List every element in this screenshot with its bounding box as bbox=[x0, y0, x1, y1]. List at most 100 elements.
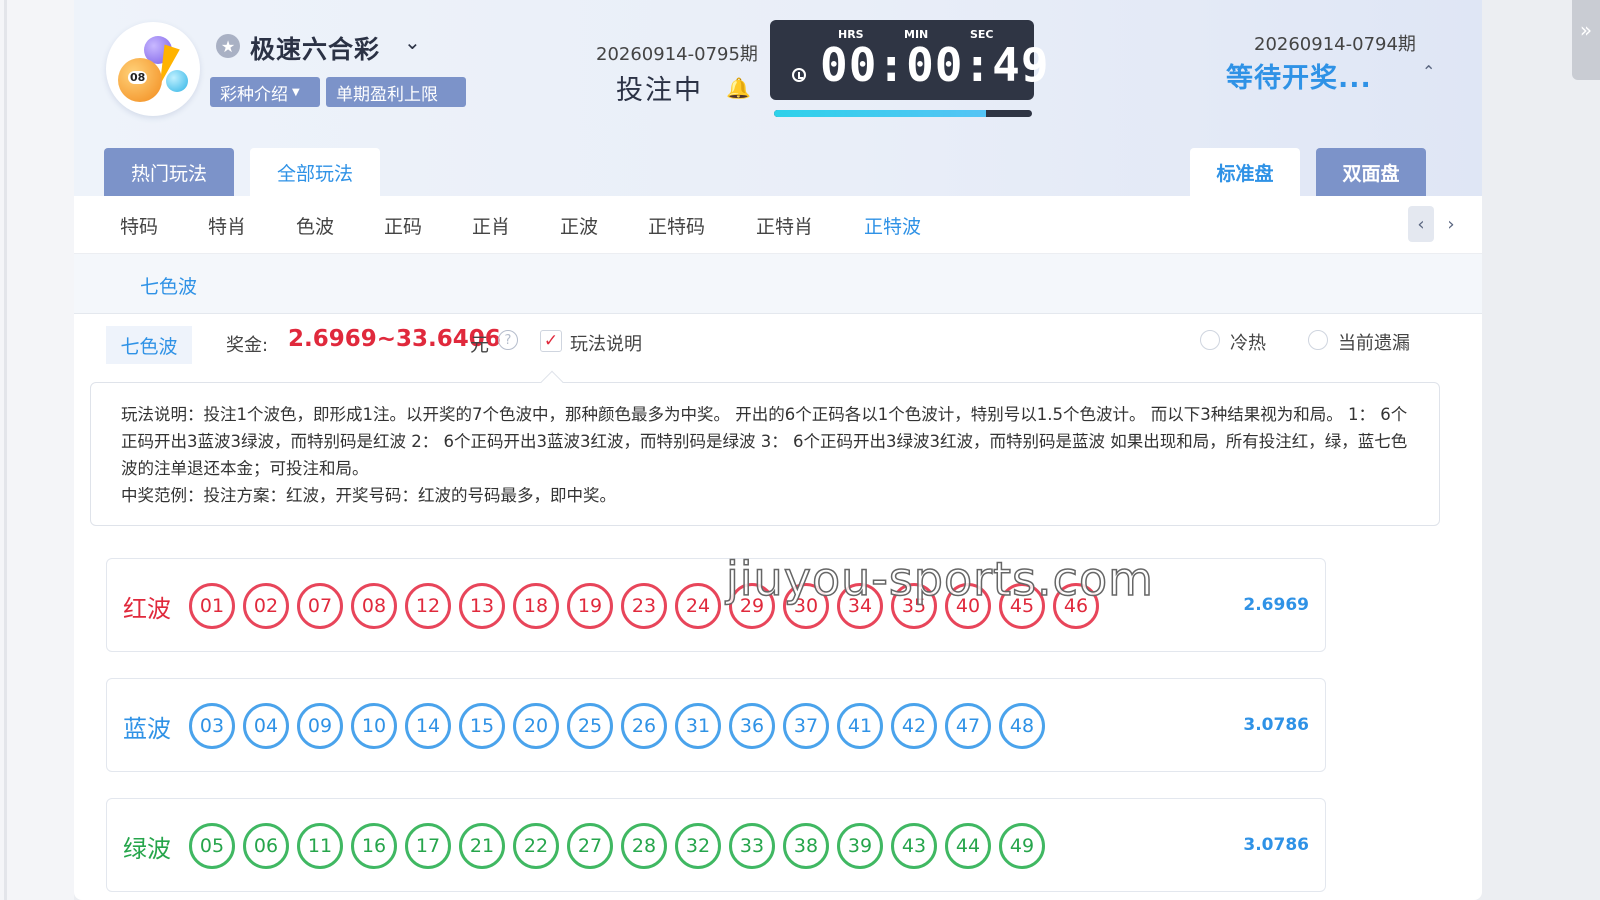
number-ball: 38 bbox=[783, 823, 829, 869]
subnav-item[interactable]: 正特肖 bbox=[756, 212, 813, 239]
lottery-intro-button[interactable]: 彩种介绍 ▼ bbox=[210, 77, 320, 107]
number-ball: 42 bbox=[891, 703, 937, 749]
timer-digits: 00:00:49 bbox=[820, 38, 1050, 92]
number-ball: 24 bbox=[675, 583, 721, 629]
lottery-name[interactable]: 极速六合彩 bbox=[250, 30, 380, 66]
number-ball: 02 bbox=[243, 583, 289, 629]
betting-status: 投注中 bbox=[616, 75, 703, 106]
number-ball: 48 bbox=[999, 703, 1045, 749]
row-label: 绿波 bbox=[123, 835, 171, 863]
left-gutter bbox=[0, 0, 74, 900]
number-ball: 01 bbox=[189, 583, 235, 629]
right-gutter bbox=[1482, 0, 1600, 900]
bell-icon[interactable]: 🔔 bbox=[726, 76, 751, 100]
number-ball: 31 bbox=[675, 703, 721, 749]
subnav-item[interactable]: 正波 bbox=[560, 212, 598, 239]
rules-checkbox-label[interactable]: 玩法说明 bbox=[570, 330, 642, 356]
rules-checkbox[interactable]: ✓ bbox=[540, 330, 562, 352]
row-odds: 2.6969 bbox=[1243, 595, 1309, 615]
row-odds: 3.0786 bbox=[1243, 835, 1309, 855]
number-ball: 41 bbox=[837, 703, 883, 749]
subnav-item[interactable]: 正肖 bbox=[472, 212, 510, 239]
rules-text: 玩法说明：投注1个波色，即形成1注。以开奖的7个色波中，那种颜色最多为中奖。 开… bbox=[121, 405, 1408, 478]
previous-draw-status: 等待开奖... bbox=[1226, 63, 1372, 94]
tab-hot-plays[interactable]: 热门玩法 bbox=[104, 148, 234, 196]
number-ball: 18 bbox=[513, 583, 559, 629]
chevron-left-icon[interactable]: ‹ bbox=[1408, 206, 1434, 242]
subnav-item[interactable]: 特码 bbox=[120, 212, 158, 239]
radio-hot-cold-label[interactable]: 冷热 bbox=[1230, 329, 1266, 355]
side-collapse-icon[interactable]: » bbox=[1572, 0, 1600, 80]
number-ball: 49 bbox=[999, 823, 1045, 869]
countdown-progress bbox=[774, 110, 1032, 117]
sub-play-nav: 七色波 bbox=[74, 254, 1482, 314]
play-type-nav: 特码 特肖 色波 正码 正肖 正波 正特码 正特肖 正特波 bbox=[74, 196, 1482, 254]
number-ball: 23 bbox=[621, 583, 667, 629]
number-ball: 14 bbox=[405, 703, 451, 749]
row-label: 红波 bbox=[123, 595, 171, 623]
number-ball: 04 bbox=[243, 703, 289, 749]
subnav-item[interactable]: 正特码 bbox=[648, 212, 705, 239]
number-ball: 03 bbox=[189, 703, 235, 749]
number-ball: 44 bbox=[945, 823, 991, 869]
number-ball: 26 bbox=[621, 703, 667, 749]
current-period: 20260914-0795期 bbox=[596, 44, 758, 65]
play-info-row: 七色波 奖金: 2.6969~33.6406 元 ? ✓ 玩法说明 冷热 当前遗… bbox=[74, 316, 1482, 376]
alarm-clock-icon bbox=[792, 68, 806, 82]
tab-double-board[interactable]: 双面盘 bbox=[1316, 148, 1426, 196]
number-ball: 27 bbox=[567, 823, 613, 869]
chevron-down-icon[interactable]: ⌄ bbox=[404, 30, 421, 54]
number-ball: 12 bbox=[405, 583, 451, 629]
number-ball: 07 bbox=[297, 583, 343, 629]
number-ball: 32 bbox=[675, 823, 721, 869]
previous-period: 20260914-0794期 bbox=[1254, 34, 1416, 55]
tab-all-plays[interactable]: 全部玩法 bbox=[250, 148, 380, 196]
number-ball: 16 bbox=[351, 823, 397, 869]
chevron-right-icon[interactable]: › bbox=[1438, 206, 1464, 242]
tab-standard-board[interactable]: 标准盘 bbox=[1190, 148, 1300, 196]
countdown-timer: HRS MIN SEC 00:00:49 bbox=[770, 20, 1049, 100]
number-ball: 21 bbox=[459, 823, 505, 869]
number-ball: 15 bbox=[459, 703, 505, 749]
help-icon[interactable]: ? bbox=[498, 330, 518, 350]
sub-play-item[interactable]: 七色波 bbox=[140, 272, 197, 299]
caret-down-icon: ▼ bbox=[292, 86, 300, 98]
lottery-intro-label: 彩种介绍 bbox=[220, 84, 288, 105]
prize-value: 2.6969~33.6406 bbox=[288, 326, 501, 352]
number-ball: 43 bbox=[891, 823, 937, 869]
number-ball: 17 bbox=[405, 823, 451, 869]
number-ball: 22 bbox=[513, 823, 559, 869]
number-ball: 06 bbox=[243, 823, 289, 869]
logo-ball-blue bbox=[166, 70, 188, 92]
rules-description: 玩法说明：投注1个波色，即形成1注。以开奖的7个色波中，那种颜色最多为中奖。 开… bbox=[90, 382, 1440, 526]
number-ball: 09 bbox=[297, 703, 343, 749]
prize-unit: 元 bbox=[470, 334, 490, 356]
subnav-item[interactable]: 正码 bbox=[384, 212, 422, 239]
subnav-item-active[interactable]: 正特波 bbox=[864, 212, 921, 239]
lottery-panel: 08 ★ 极速六合彩 ⌄ 彩种介绍 ▼ 单期盈利上限 20260914-0795期… bbox=[74, 0, 1482, 900]
subnav-item[interactable]: 特肖 bbox=[208, 212, 246, 239]
logo-ball-orange: 08 bbox=[118, 58, 162, 102]
lottery-logo-icon: 08 bbox=[106, 22, 200, 116]
prize-label: 奖金: bbox=[226, 335, 269, 356]
favorite-star-icon[interactable]: ★ bbox=[216, 34, 240, 58]
subnav-item[interactable]: 色波 bbox=[296, 212, 334, 239]
number-ball: 39 bbox=[837, 823, 883, 869]
watermark: jiuyou-sports.com bbox=[725, 551, 1154, 607]
number-ball: 28 bbox=[621, 823, 667, 869]
ball-list: 05 06 11 16 17 21 22 27 28 32 33 38 39 43 44 49 bbox=[189, 823, 1045, 869]
rules-example: 中奖范例：投注方案：红波，开奖号码：红波的号码最多，即中奖。 bbox=[121, 486, 616, 505]
number-ball: 20 bbox=[513, 703, 559, 749]
play-tag: 七色波 bbox=[106, 326, 192, 364]
number-ball: 08 bbox=[351, 583, 397, 629]
row-label: 蓝波 bbox=[123, 715, 171, 743]
number-ball: 05 bbox=[189, 823, 235, 869]
radio-hot-cold[interactable] bbox=[1200, 330, 1220, 350]
ball-row-blue[interactable]: 蓝波 03 04 09 10 14 15 20 25 26 31 36 37 41 42 47 48 3.07… bbox=[106, 678, 1326, 772]
ball-row-green[interactable]: 绿波 05 06 11 16 17 21 22 27 28 32 33 38 39 43 44 49 3.07… bbox=[106, 798, 1326, 892]
radio-current-miss[interactable] bbox=[1308, 330, 1328, 350]
radio-current-miss-label[interactable]: 当前遗漏 bbox=[1338, 329, 1410, 355]
profit-limit-button[interactable]: 单期盈利上限 bbox=[326, 77, 466, 107]
chevron-up-icon[interactable]: ⌃ bbox=[1422, 62, 1435, 81]
number-ball: 47 bbox=[945, 703, 991, 749]
